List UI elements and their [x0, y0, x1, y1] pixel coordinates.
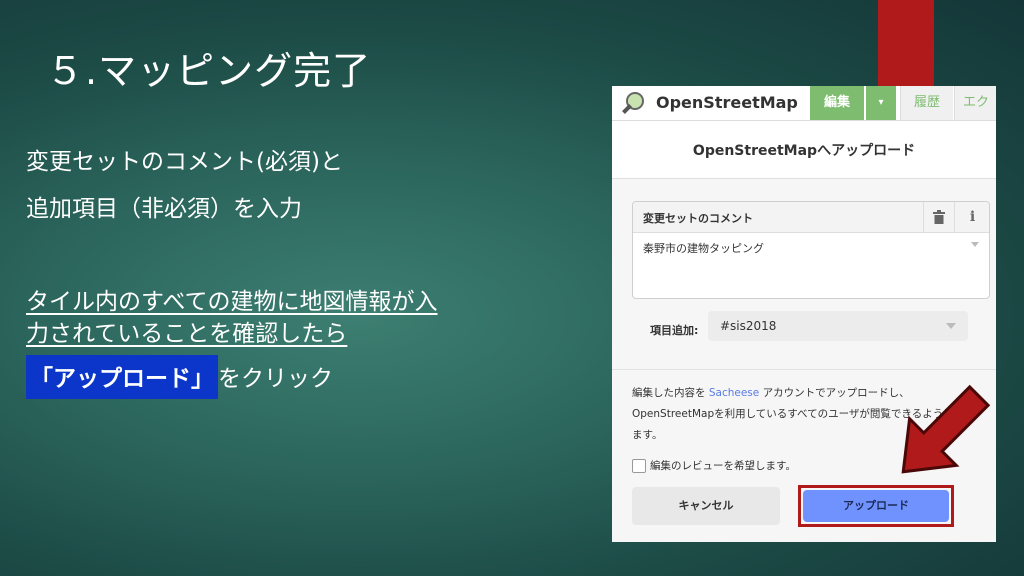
- comment-field-header: 変更セットのコメント i: [633, 202, 989, 233]
- chevron-down-icon: [946, 323, 956, 329]
- dialog-title: OpenStreetMapへアップロード: [692, 143, 916, 159]
- instruction-line-4: 力されていることを確認したら: [26, 321, 348, 347]
- request-review-label[interactable]: 編集のレビューを希望します。: [650, 458, 796, 473]
- divider: [612, 369, 996, 370]
- instruction-line-5-rest: をクリック: [218, 366, 333, 392]
- osm-logo-text: OpenStreetMap: [656, 93, 798, 112]
- tab-export[interactable]: エク: [954, 86, 996, 120]
- instruction-line-3: タイル内のすべての建物に地図情報が入: [26, 289, 438, 315]
- chevron-down-icon: [971, 242, 979, 247]
- request-review-checkbox[interactable]: [632, 459, 646, 473]
- tab-history[interactable]: 履歴: [900, 86, 953, 120]
- comment-value[interactable]: 秦野市の建物タッピング: [643, 240, 764, 256]
- red-arrow-icon: [901, 384, 991, 474]
- slide-title: ５.マッピング完了: [46, 49, 372, 93]
- info-text-pre: 編集した内容を: [632, 387, 706, 399]
- cancel-button[interactable]: キャンセル: [632, 487, 780, 525]
- upload-button[interactable]: アップロード: [803, 490, 949, 522]
- decorative-red-bar: [878, 0, 934, 88]
- instruction-line-5: 「アップロード」 をクリック: [26, 355, 333, 399]
- instruction-line-1: 変更セットのコメント(必須)と: [26, 149, 343, 175]
- upload-highlight-label: 「アップロード」: [26, 355, 218, 399]
- osm-topbar: OpenStreetMap 編集 ▾ 履歴 エク: [612, 86, 996, 121]
- info-text-line3: ます。: [632, 429, 663, 441]
- trash-icon: [933, 210, 945, 224]
- hashtags-label: 項目追加:: [650, 324, 699, 337]
- osm-logo-icon: [622, 92, 644, 114]
- instruction-line-2: 追加項目（非必須）を入力: [26, 196, 302, 222]
- trash-button[interactable]: [923, 202, 954, 232]
- changeset-comment-field[interactable]: 変更セットのコメント i 秦野市の建物タッピング: [632, 201, 990, 299]
- comment-label: 変更セットのコメント: [643, 212, 753, 225]
- hashtags-value: #sis2018: [720, 319, 777, 333]
- edit-dropdown-button[interactable]: ▾: [866, 86, 896, 120]
- user-account-link[interactable]: Sacheese: [709, 387, 759, 399]
- tab-edit[interactable]: 編集: [810, 86, 864, 120]
- info-icon[interactable]: i: [954, 202, 990, 232]
- hashtags-select[interactable]: #sis2018: [708, 311, 968, 341]
